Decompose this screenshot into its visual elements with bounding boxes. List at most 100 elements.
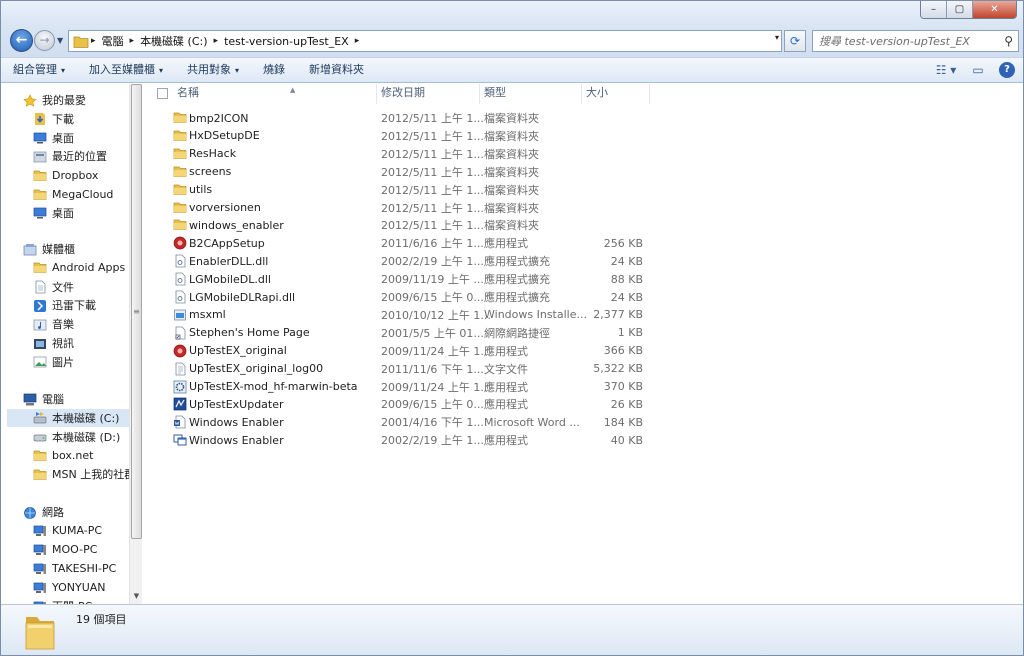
nav-item-computer-2[interactable]: box.net — [7, 446, 129, 464]
file-row[interactable]: HxDSetupDE 2012/5/11 上午 1... 檔案資料夾 — [143, 127, 643, 145]
folder-icon — [73, 36, 89, 48]
dll-icon — [173, 290, 187, 304]
nav-item-network-4[interactable]: 下關-PC — [7, 597, 129, 604]
file-row[interactable]: Stephen's Home Page 2001/5/5 上午 01... 網際網路… — [143, 324, 643, 342]
burn-button[interactable]: 燒錄 — [251, 59, 297, 81]
forward-button[interactable]: → — [34, 30, 55, 51]
add-to-library-button[interactable]: 加入至媒體櫃 ▾ — [77, 59, 175, 81]
file-name: LGMobileDLRapi.dll — [189, 290, 296, 304]
refresh-button[interactable]: ⟳ — [784, 30, 806, 52]
nav-item-favorites-3[interactable]: Dropbox — [7, 166, 129, 184]
file-row[interactable]: B2CAppSetup 2011/6/16 上午 1... 應用程式 256 KB — [143, 234, 643, 252]
breadcrumb-separator[interactable]: ▸ — [353, 36, 362, 46]
file-row[interactable]: UpTestEX_original_log00 2011/11/6 下午 1...… — [143, 360, 643, 378]
back-button[interactable]: ← — [10, 29, 33, 52]
search-input[interactable] — [813, 31, 993, 51]
folder-icon — [173, 129, 187, 143]
recent-pages-dropdown[interactable]: ▼ — [57, 36, 67, 46]
select-all-checkbox[interactable] — [143, 84, 173, 104]
nav-item-computer-3[interactable]: MSN 上我的社群 — [7, 465, 129, 483]
nav-item-libraries-4[interactable]: 視訊 — [7, 334, 129, 352]
file-row[interactable]: ResHack 2012/5/11 上午 1... 檔案資料夾 — [143, 145, 643, 163]
file-type: Windows Installe... — [484, 308, 587, 322]
file-row[interactable]: vorversionen 2012/5/11 上午 1... 檔案資料夾 — [143, 199, 643, 217]
file-row[interactable]: Windows Enabler 2001/4/16 下午 1... Microsof… — [143, 413, 643, 431]
nav-item-computer-1[interactable]: 本機磁碟 (D:) — [7, 428, 129, 446]
nav-item-libraries-5[interactable]: 圖片 — [7, 353, 129, 371]
search-icon[interactable]: ⚲ — [1004, 34, 1013, 48]
chevron-down-icon: ▾ — [61, 66, 66, 75]
nav-item-favorites-1[interactable]: 桌面 — [7, 129, 129, 147]
nav-item-favorites-5[interactable]: 桌面 — [7, 204, 129, 222]
help-icon[interactable]: ? — [999, 62, 1015, 78]
column-header-date[interactable]: 修改日期 — [377, 84, 480, 104]
window-controls: – ▢ ✕ — [920, 1, 1017, 19]
breadcrumb-computer[interactable]: 電腦 — [98, 31, 128, 51]
preview-pane-button[interactable]: ▭ — [967, 60, 989, 80]
maximize-button[interactable]: ▢ — [947, 1, 973, 18]
scrollbar-thumb[interactable]: ≡ — [131, 84, 142, 539]
scroll-down-arrow[interactable]: ▼ — [130, 592, 143, 604]
nav-item-libraries-2[interactable]: 迅雷下載 — [7, 296, 129, 314]
nav-item-computer-0[interactable]: 本機磁碟 (C:) — [7, 408, 129, 427]
file-row[interactable]: UpTestExUpdater 2009/6/15 上午 0... 應用程式 26 K… — [143, 395, 643, 413]
nav-item-network-1[interactable]: MOO-PC — [7, 541, 129, 559]
share-with-button[interactable]: 共用對象 ▾ — [175, 59, 251, 81]
breadcrumb-separator[interactable]: ▸ — [212, 36, 221, 46]
nav-item-network-0[interactable]: KUMA-PC — [7, 522, 129, 540]
network-icon — [23, 506, 37, 519]
nav-group-network[interactable]: 網路 — [7, 503, 129, 521]
breadcrumb-separator[interactable]: ▸ — [89, 36, 98, 46]
breadcrumb-current-folder[interactable]: test-version-upTest_EX — [220, 31, 353, 51]
new-folder-button[interactable]: 新增資料夾 — [297, 59, 376, 81]
file-row[interactable]: UpTestEX_original 2009/11/24 上午 1... 應用程式 3… — [143, 342, 643, 360]
nav-group-label: 我的最愛 — [42, 94, 86, 107]
column-header-name[interactable]: 名稱 ▲ — [173, 84, 377, 104]
nav-item-label: 文件 — [52, 280, 74, 294]
file-row[interactable]: windows_enabler 2012/5/11 上午 1... 檔案資料夾 — [143, 216, 643, 234]
column-header-size[interactable]: 大小 — [582, 84, 650, 104]
nav-item-favorites-0[interactable]: 下載 — [7, 110, 129, 128]
nav-item-network-3[interactable]: YONYUAN — [7, 578, 129, 596]
nav-item-favorites-4[interactable]: MegaCloud — [7, 185, 129, 203]
file-row[interactable]: utils 2012/5/11 上午 1... 檔案資料夾 — [143, 181, 643, 199]
search-box[interactable]: ⚲ — [812, 30, 1019, 52]
file-name: ResHack — [189, 147, 237, 161]
minimize-button[interactable]: – — [921, 1, 947, 18]
file-name: Windows Enabler — [189, 433, 284, 447]
file-row[interactable]: EnablerDLL.dll 2002/2/19 上午 1... 應用程式擴充 24 … — [143, 252, 643, 270]
file-date: 2012/5/11 上午 1... — [381, 129, 484, 143]
breadcrumb-drive-c[interactable]: 本機磁碟 (C:) — [136, 31, 211, 51]
close-button[interactable]: ✕ — [973, 1, 1016, 18]
file-date: 2012/5/11 上午 1... — [381, 219, 484, 233]
nav-item-favorites-2[interactable]: 最近的位置 — [7, 147, 129, 165]
nav-scrollbar[interactable]: ▲ ≡ ▼ — [129, 84, 142, 604]
download-icon — [33, 112, 47, 126]
change-view-button[interactable]: ☷ ▾ — [935, 60, 957, 80]
address-bar[interactable]: ▸ 電腦 ▸ 本機磁碟 (C:) ▸ test-version-upTest_E… — [68, 30, 782, 52]
nav-item-network-2[interactable]: TAKESHI-PC — [7, 559, 129, 577]
file-date: 2012/5/11 上午 1... — [381, 165, 484, 179]
file-row[interactable]: LGMobileDLRapi.dll 2009/6/15 上午 0... 應用程式擴… — [143, 288, 643, 306]
file-type: 網際網路捷徑 — [484, 326, 550, 340]
file-row[interactable]: screens 2012/5/11 上午 1... 檔案資料夾 — [143, 163, 643, 181]
nav-group-libraries[interactable]: 媒體櫃 — [7, 240, 129, 258]
file-row[interactable]: bmp2ICON 2012/5/11 上午 1... 檔案資料夾 — [143, 109, 643, 127]
details-pane: 19 個項目 — [1, 604, 1023, 655]
nav-group-computer[interactable]: 電腦 — [7, 390, 129, 408]
title-bar[interactable]: – ▢ ✕ — [1, 1, 1023, 23]
file-row[interactable]: msxml 2010/10/12 上午 1... Windows Installe.… — [143, 306, 643, 324]
file-row[interactable]: Windows Enabler 2002/2/19 上午 1... 應用程式 40 K… — [143, 431, 643, 449]
nav-group-favorites[interactable]: 我的最愛 — [7, 91, 129, 109]
organize-button[interactable]: 組合管理 ▾ — [1, 59, 77, 81]
file-row[interactable]: UpTestEX-mod_hf-marwin-beta 2009/11/24 上午… — [143, 378, 643, 396]
column-header-type[interactable]: 類型 — [480, 84, 582, 104]
address-dropdown-button[interactable]: ▾ — [775, 33, 779, 42]
nav-item-libraries-0[interactable]: Android Apps — [7, 259, 129, 277]
file-row[interactable]: LGMobileDL.dll 2009/11/19 上午 ... 應用程式擴充 88 … — [143, 270, 643, 288]
file-type: 應用程式 — [484, 398, 528, 412]
nav-item-libraries-3[interactable]: 音樂 — [7, 315, 129, 333]
file-date: 2011/11/6 下午 1... — [381, 362, 484, 376]
breadcrumb-separator[interactable]: ▸ — [128, 36, 137, 46]
nav-item-libraries-1[interactable]: 文件 — [7, 278, 129, 296]
